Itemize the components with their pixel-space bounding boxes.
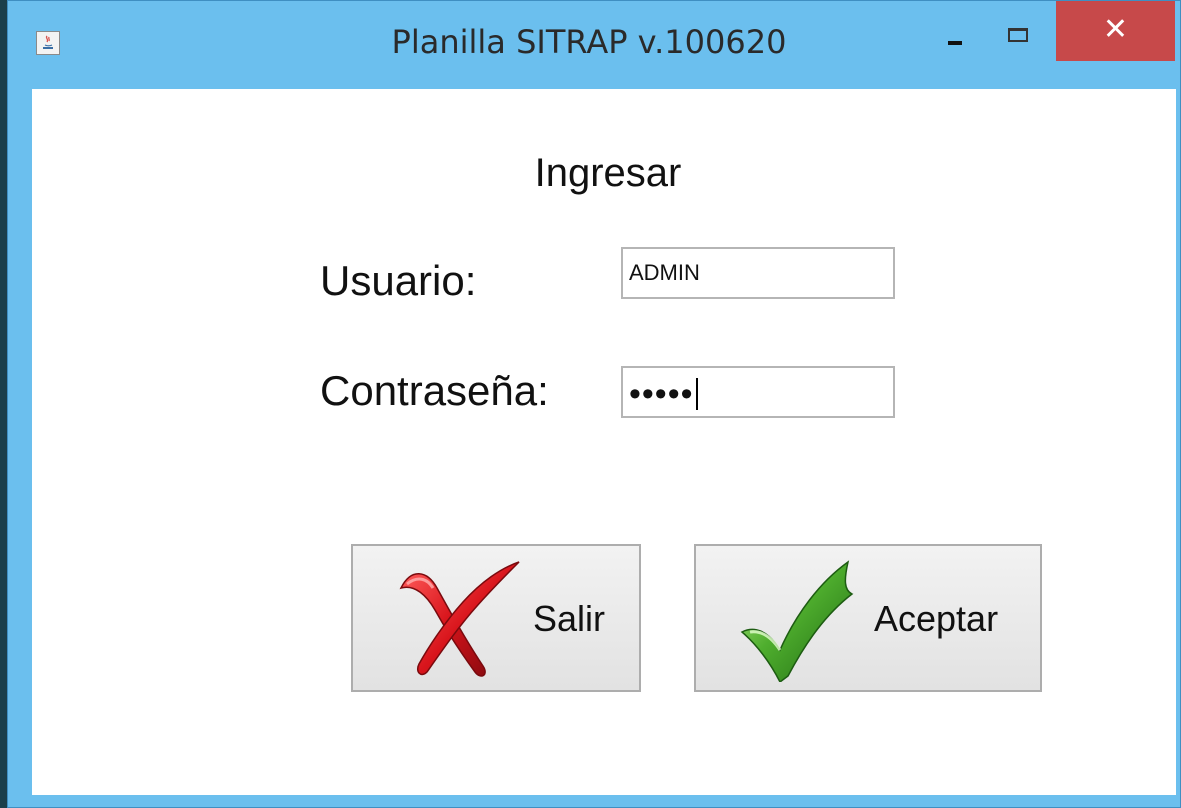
title-bar[interactable]: Planilla SITRAP v.100620 ✕ xyxy=(8,1,1180,89)
close-button[interactable]: ✕ xyxy=(1056,1,1175,61)
desktop-edge xyxy=(0,0,7,808)
exit-button[interactable]: Salir xyxy=(351,544,641,692)
user-label: Usuario: xyxy=(320,257,477,304)
user-field[interactable]: ADMIN xyxy=(621,247,895,299)
password-value: ••••• xyxy=(629,375,694,414)
minimize-button[interactable] xyxy=(920,1,976,61)
password-field[interactable]: ••••• xyxy=(621,366,895,418)
maximize-button[interactable] xyxy=(988,1,1044,61)
close-icon: ✕ xyxy=(1102,12,1129,47)
minimize-icon xyxy=(948,41,962,45)
password-label: Contraseña: xyxy=(320,367,549,414)
text-caret xyxy=(695,378,698,411)
accept-button[interactable]: Aceptar xyxy=(694,544,1042,692)
login-window: Planilla SITRAP v.100620 ✕ Ingresar Usua… xyxy=(7,0,1181,808)
red-x-icon xyxy=(399,561,520,677)
login-panel: Ingresar Usuario: ADMIN Contraseña: ••••… xyxy=(32,89,1176,795)
accept-button-label: Aceptar xyxy=(874,598,999,639)
exit-button-label: Salir xyxy=(533,598,606,639)
maximize-icon xyxy=(1008,28,1028,42)
login-heading: Ingresar xyxy=(534,151,682,195)
user-value: ADMIN xyxy=(629,260,700,285)
green-check-icon xyxy=(740,560,854,682)
